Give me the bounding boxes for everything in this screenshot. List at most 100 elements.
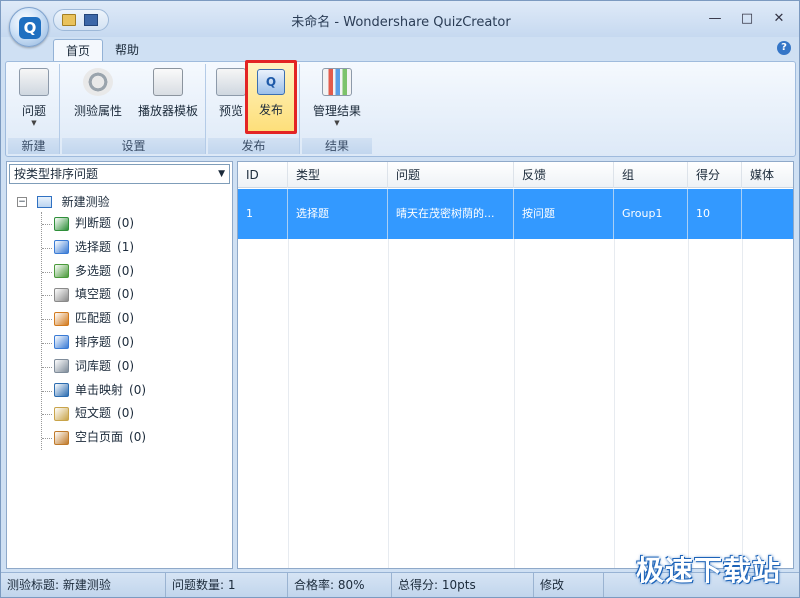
gear-icon <box>83 68 113 96</box>
blank-page-icon <box>54 430 69 445</box>
tree-item-label: 多选题 <box>75 263 112 278</box>
col-group[interactable]: 组 <box>614 162 688 188</box>
true-false-icon <box>54 216 69 231</box>
column-divider <box>288 239 289 568</box>
app-menu-button[interactable]: Q <box>9 7 49 47</box>
manage-results-button[interactable]: 管理结果 ▼ <box>304 68 370 134</box>
close-button[interactable]: ✕ <box>765 9 793 29</box>
column-divider <box>514 239 515 568</box>
sequence-icon <box>54 335 69 350</box>
tree-item-label: 选择题 <box>75 239 112 254</box>
tab-help[interactable]: 帮助 <box>103 39 151 61</box>
publish-icon: Q <box>257 69 285 95</box>
template-icon <box>153 68 183 96</box>
tree-item-label: 单击映射 <box>75 382 124 397</box>
col-score[interactable]: 得分 <box>688 162 742 188</box>
tree-item-count: (0) <box>117 287 135 302</box>
watermark: 极速下载站 <box>635 554 781 587</box>
status-quiz-title: 测验标题: 新建测验 <box>1 573 166 597</box>
tree-item[interactable]: 排序题 (0) <box>42 331 146 355</box>
app-window: 未命名 - Wondershare QuizCreator — □ ✕ Q 首页… <box>0 0 800 598</box>
tree-item[interactable]: 词库题 (0) <box>42 355 146 379</box>
tree-item-label: 排序题 <box>75 334 112 349</box>
col-type[interactable]: 类型 <box>288 162 388 188</box>
tree-item[interactable]: 选择题 (1) <box>42 236 146 260</box>
multiple-response-icon <box>54 264 69 279</box>
tree-root[interactable]: − 新建测验 <box>17 190 146 212</box>
question-button[interactable]: 问题 ▼ <box>12 68 56 134</box>
tree-item-count: (0) <box>117 263 135 278</box>
question-tree-panel: 按类型排序问题 ▼ − 新建测验 判断题 (0) 选择题 (1) 多选题 (0) 填空题 (0… <box>6 161 233 569</box>
tree-item[interactable]: 匹配题 (0) <box>42 307 146 331</box>
publish-button[interactable]: Q 发布 <box>245 60 297 134</box>
table-row[interactable]: 1 选择题 晴天在茂密树荫的... 按问题 Group1 10 <box>238 189 793 239</box>
multiple-choice-icon <box>54 240 69 255</box>
group-new-label: 新建 <box>8 138 59 154</box>
group-publish-label: 发布 <box>208 138 299 154</box>
tree-item-count: (0) <box>117 311 135 326</box>
chevron-down-icon: ▼ <box>334 119 340 127</box>
tree-item[interactable]: 判断题 (0) <box>42 212 146 236</box>
fill-blank-icon <box>54 287 69 302</box>
tree-item[interactable]: 多选题 (0) <box>42 260 146 284</box>
tree-item-label: 填空题 <box>75 287 112 302</box>
tree-item-count: (0) <box>117 216 135 230</box>
quiz-properties-button[interactable]: 测验属性 <box>66 68 130 134</box>
group-results: 管理结果 ▼ 结果 <box>302 64 372 154</box>
column-divider <box>388 239 389 568</box>
click-map-icon <box>54 383 69 398</box>
tree-item[interactable]: 空白页面 (0) <box>42 426 146 450</box>
group-new: 问题 ▼ 新建 <box>8 64 60 154</box>
status-pass-rate: 合格率: 80% <box>288 573 392 597</box>
tree-item-count: (0) <box>117 334 135 349</box>
tree-item-label: 判断题 <box>75 216 112 230</box>
group-results-label: 结果 <box>302 138 372 154</box>
quizcreator-logo-icon: Q <box>19 17 41 39</box>
group-settings-label: 设置 <box>62 138 205 154</box>
tree-item-count: (0) <box>129 430 147 445</box>
quiz-icon <box>36 195 52 208</box>
cell-type: 选择题 <box>288 189 388 239</box>
status-question-count: 问题数量: 1 <box>166 573 288 597</box>
col-question[interactable]: 问题 <box>388 162 514 188</box>
sort-dropdown[interactable]: 按类型排序问题 ▼ <box>9 164 230 184</box>
tree-item-label: 短文题 <box>75 406 112 421</box>
tree-item[interactable]: 短文题 (0) <box>42 402 146 426</box>
tree-item-label: 匹配题 <box>75 311 112 326</box>
cell-media <box>742 189 793 239</box>
window-controls: — □ ✕ <box>701 9 793 29</box>
question-table: ID 类型 问题 反馈 组 得分 媒体 1 选择题 晴天在茂密树荫的... 按问… <box>237 161 794 569</box>
tree-item-count: (0) <box>117 358 135 373</box>
short-essay-icon <box>54 406 69 421</box>
title-bar: 未命名 - Wondershare QuizCreator — □ ✕ <box>1 1 799 37</box>
tree-root-label: 新建测验 <box>61 194 110 209</box>
ribbon-tabs: 首页 帮助 <box>53 39 151 61</box>
word-bank-icon <box>54 359 69 374</box>
minimize-button[interactable]: — <box>701 9 729 29</box>
column-divider <box>742 239 743 568</box>
tab-home[interactable]: 首页 <box>53 39 104 61</box>
player-template-label: 播放器模板 <box>137 104 198 118</box>
col-media[interactable]: 媒体 <box>742 162 793 188</box>
question-button-label: 问题 <box>21 104 46 118</box>
window-title: 未命名 - Wondershare QuizCreator <box>291 15 511 30</box>
help-icon[interactable]: ? <box>777 41 791 55</box>
table-header: ID 类型 问题 反馈 组 得分 媒体 <box>238 162 793 188</box>
tree-item[interactable]: 单击映射 (0) <box>42 379 146 403</box>
col-id[interactable]: ID <box>238 162 288 188</box>
tree-item-label: 空白页面 <box>75 430 124 445</box>
tree-items: 判断题 (0) 选择题 (1) 多选题 (0) 填空题 (0) 匹配题 (0) 排序题 (0) 词库题 (… <box>41 212 146 450</box>
maximize-button[interactable]: □ <box>733 9 761 29</box>
cell-feedback: 按问题 <box>514 189 614 239</box>
column-divider <box>614 239 615 568</box>
collapse-icon[interactable]: − <box>17 196 27 207</box>
tree-item[interactable]: 填空题 (0) <box>42 283 146 307</box>
status-total-score: 总得分: 10pts <box>392 573 534 597</box>
chevron-down-icon[interactable]: ▼ <box>218 165 225 183</box>
player-template-button[interactable]: 播放器模板 <box>134 68 202 134</box>
tree-item-count: (0) <box>117 406 135 421</box>
cell-score: 10 <box>688 189 742 239</box>
col-feedback[interactable]: 反馈 <box>514 162 614 188</box>
matching-icon <box>54 311 69 326</box>
tree-item-count: (1) <box>117 239 135 254</box>
